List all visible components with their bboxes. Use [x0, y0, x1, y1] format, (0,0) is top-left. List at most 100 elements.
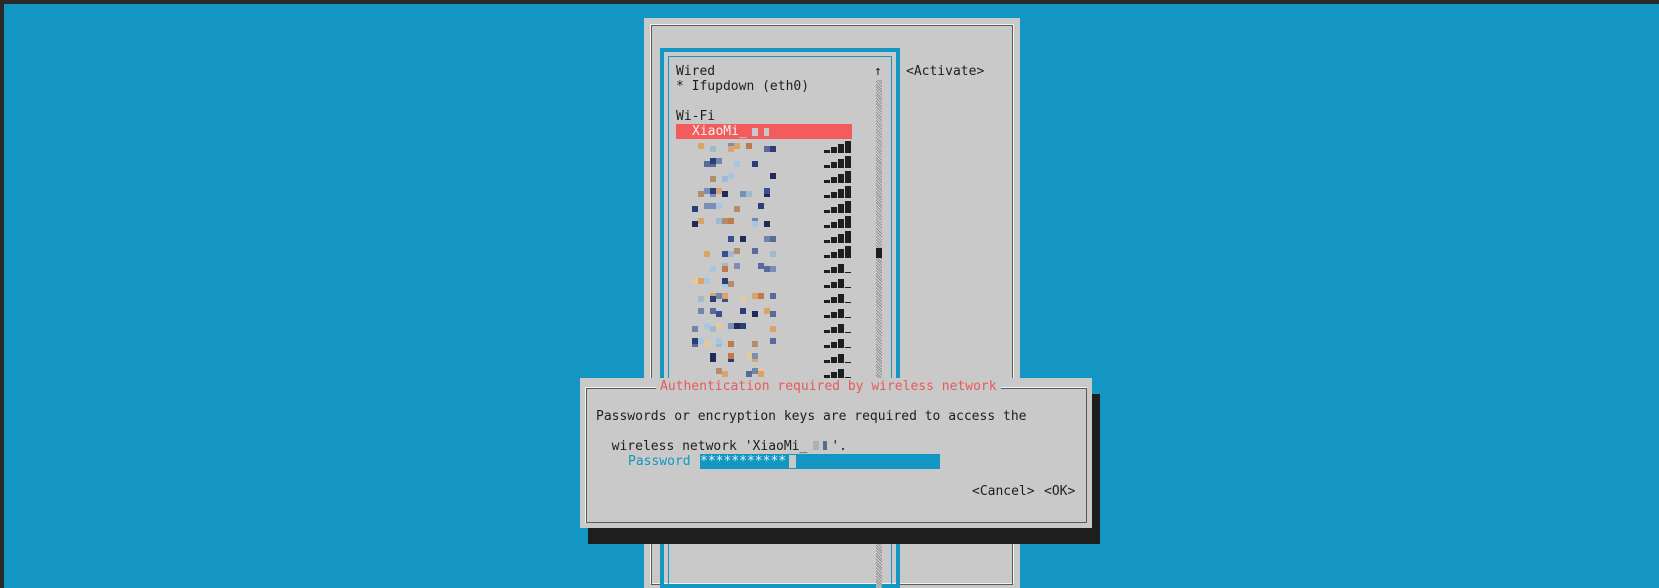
- list-item-wifi-network[interactable]: [676, 304, 852, 319]
- list-item-wifi-network[interactable]: [676, 289, 852, 304]
- scrollbar-thumb[interactable]: [876, 248, 882, 258]
- selected-wifi-label: XiaoMi_: [692, 124, 747, 139]
- list-item-wifi-network[interactable]: [676, 274, 852, 289]
- redacted-block: [752, 128, 758, 136]
- list-item-wifi-network[interactable]: [676, 154, 852, 169]
- password-field[interactable]: ***********: [700, 454, 940, 469]
- list-item-wifi-network[interactable]: [676, 259, 852, 274]
- redacted-block: [698, 143, 704, 149]
- redacted-block: [710, 158, 716, 164]
- signal-bar: [824, 165, 830, 168]
- redacted-block: [746, 371, 752, 377]
- signal-bar: [824, 285, 830, 288]
- redacted-block: [710, 188, 716, 194]
- signal-strength-icon: [824, 336, 856, 348]
- redacted-block: [764, 266, 770, 272]
- signal-bar: [845, 216, 851, 228]
- signal-bar: [838, 309, 844, 318]
- signal-bar: [831, 147, 837, 153]
- redacted-block: [770, 293, 776, 299]
- list-item-wifi-selected[interactable]: XiaoMi_: [676, 124, 852, 139]
- signal-strength-icon: [824, 321, 856, 333]
- list-item-wifi-network[interactable]: [676, 229, 852, 244]
- list-item-wifi-network[interactable]: [676, 364, 852, 379]
- signal-bar: [831, 237, 837, 243]
- signal-bar: [831, 207, 837, 213]
- redacted-block: [764, 188, 770, 194]
- dialog-message-line2: wireless network 'XiaoMi_ '.: [611, 439, 847, 454]
- signal-strength-icon: [824, 351, 856, 363]
- signal-bar: [824, 345, 830, 348]
- redacted-block: [734, 206, 740, 212]
- redacted-block: [770, 146, 776, 152]
- redacted-block: [770, 251, 776, 257]
- redacted-block: [704, 251, 710, 257]
- signal-bar: [831, 342, 837, 348]
- wifi-list: [676, 139, 856, 408]
- redacted-block: [752, 353, 758, 359]
- list-item-wifi-network[interactable]: [676, 199, 852, 214]
- signal-bar: [838, 189, 844, 198]
- redacted-block: [716, 293, 722, 299]
- signal-strength-icon: [824, 201, 856, 213]
- dialog-title: Authentication required by wireless netw…: [656, 379, 1001, 394]
- redacted-block: [764, 236, 770, 242]
- redacted-block: [698, 278, 704, 284]
- redacted-block: [752, 341, 758, 347]
- signal-bar: [845, 272, 851, 273]
- list-item-wifi-network[interactable]: [676, 169, 852, 184]
- signal-bar: [831, 192, 837, 198]
- redacted-block: [764, 308, 770, 314]
- redacted-block: [728, 236, 734, 242]
- redacted-block: [752, 161, 758, 167]
- redacted-block: [728, 353, 734, 359]
- signal-bar: [845, 332, 851, 333]
- redacted-block: [734, 248, 740, 254]
- signal-strength-icon: [824, 156, 856, 168]
- list-item-wifi-network[interactable]: [676, 214, 852, 229]
- list-item-wired-ifupdown[interactable]: * Ifupdown (eth0): [676, 79, 809, 94]
- list-item-wifi-network[interactable]: [676, 244, 852, 259]
- signal-bar: [845, 156, 851, 168]
- redacted-block: [740, 323, 746, 329]
- redacted-block: [734, 161, 740, 167]
- signal-bar: [824, 150, 830, 153]
- redacted-block: [734, 143, 740, 149]
- redacted-block: [740, 308, 746, 314]
- redacted-block: [710, 296, 716, 302]
- signal-strength-icon: [824, 276, 856, 288]
- signal-bar: [838, 204, 844, 213]
- list-item-wifi-network[interactable]: [676, 184, 852, 199]
- ok-button[interactable]: <OK>: [1044, 484, 1075, 499]
- signal-bar: [831, 297, 837, 303]
- signal-strength-icon: [824, 246, 856, 258]
- signal-bar: [845, 287, 851, 288]
- signal-bar: [831, 312, 837, 318]
- redacted-block: [728, 341, 734, 347]
- list-item-wifi-network[interactable]: [676, 319, 852, 334]
- redacted-block: [746, 143, 752, 149]
- redacted-block: [740, 296, 746, 302]
- cancel-button[interactable]: <Cancel>: [972, 484, 1035, 499]
- signal-bar: [838, 354, 844, 363]
- redacted-block: [728, 251, 734, 257]
- redacted-block: [704, 341, 710, 347]
- scroll-up-arrow[interactable]: ↑: [874, 64, 882, 79]
- list-item-wifi-network[interactable]: [676, 334, 852, 349]
- redacted-block: [770, 266, 776, 272]
- redacted-block: [704, 278, 710, 284]
- redacted-block: [710, 146, 716, 152]
- redacted-block: [722, 266, 728, 272]
- redacted-block: [752, 293, 758, 299]
- redacted-block: [758, 263, 764, 269]
- signal-bar: [831, 252, 837, 258]
- signal-bar: [845, 347, 851, 348]
- redacted-block: [716, 218, 722, 224]
- dialog-message-line1: Passwords or encryption keys are require…: [596, 409, 1027, 424]
- list-item-wifi-network[interactable]: [676, 349, 852, 364]
- activate-button[interactable]: <Activate>: [906, 64, 984, 79]
- redacted-block: [728, 173, 734, 179]
- list-item-wifi-network[interactable]: [676, 139, 852, 154]
- signal-bar: [838, 279, 844, 288]
- redacted-block: [758, 293, 764, 299]
